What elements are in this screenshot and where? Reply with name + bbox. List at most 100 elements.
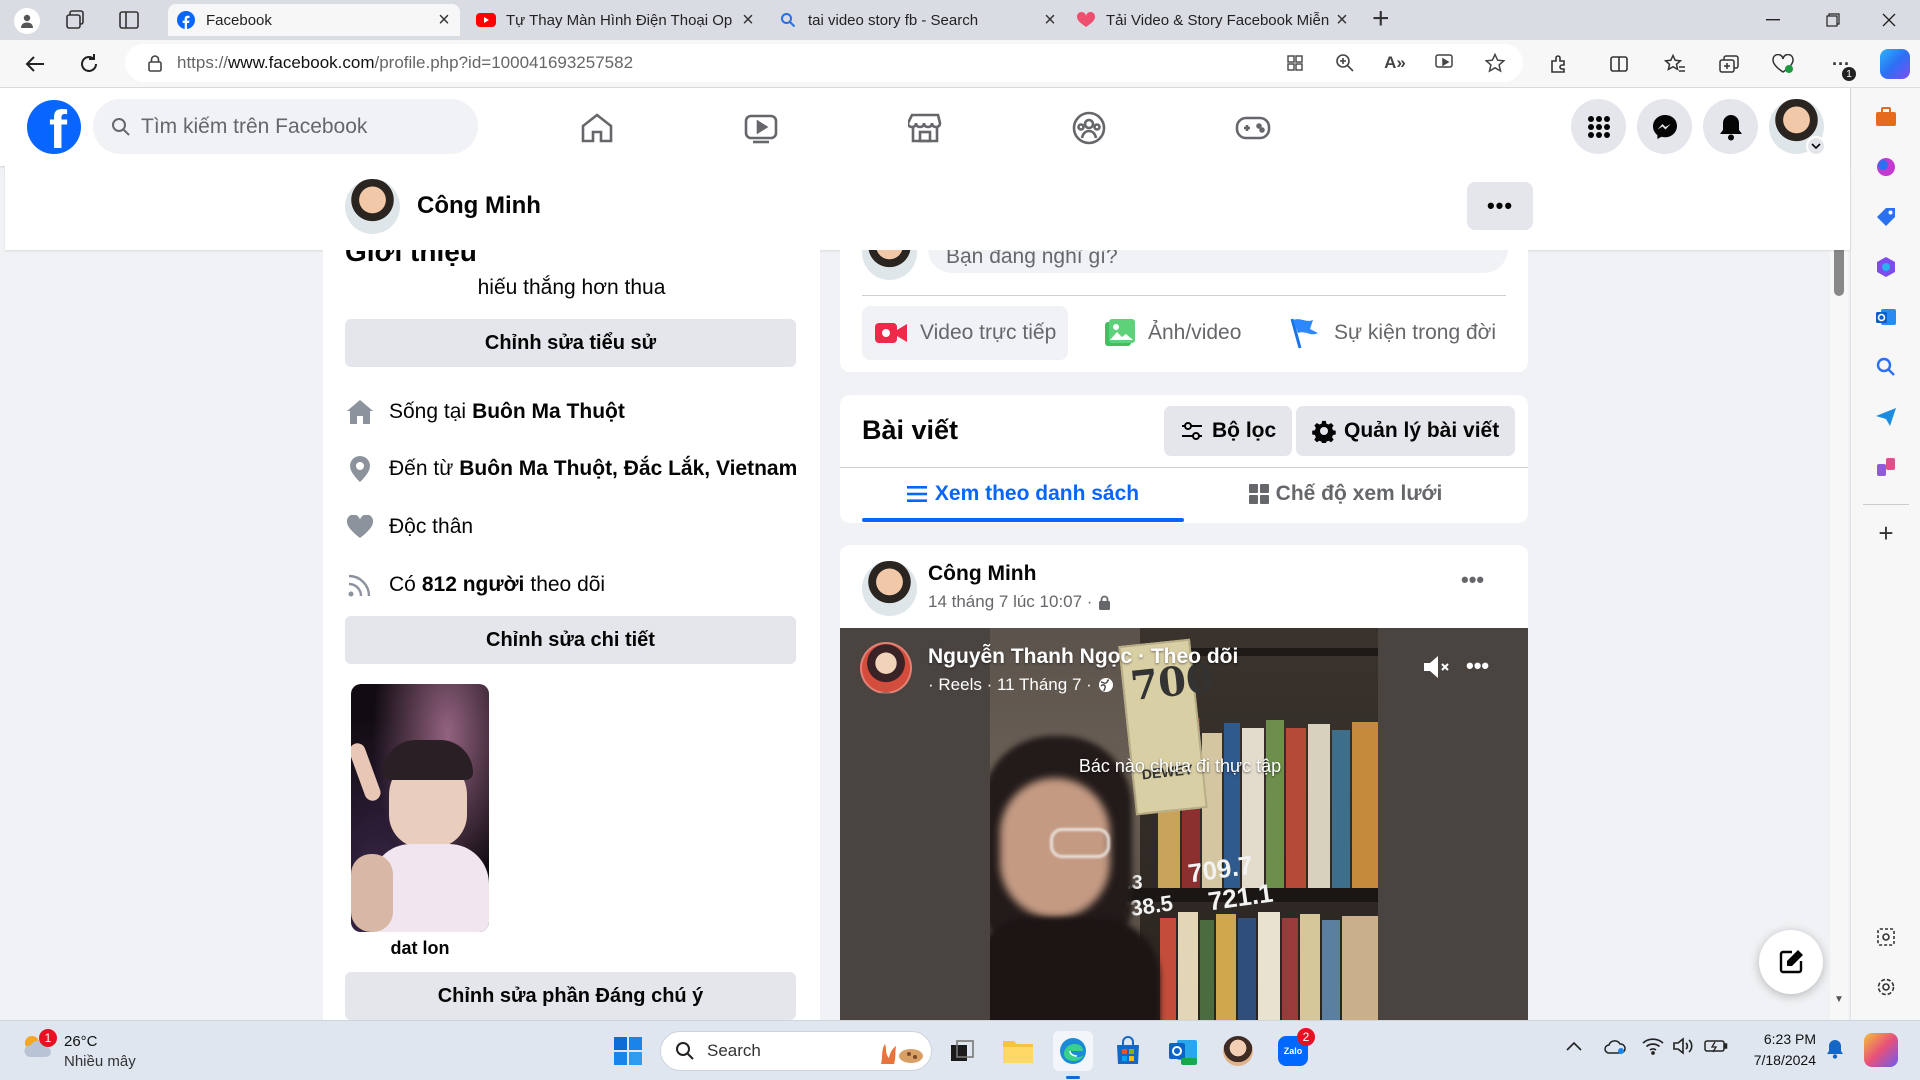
facebook-logo[interactable]: f: [27, 100, 81, 154]
menu-grid-button[interactable]: [1571, 99, 1626, 154]
composer-avatar[interactable]: [862, 250, 917, 280]
photo-video-button[interactable]: Ảnh/video: [1092, 306, 1253, 360]
messenger-button[interactable]: [1637, 99, 1692, 154]
nav-gaming-icon[interactable]: [1233, 108, 1273, 148]
send-icon[interactable]: [1873, 404, 1899, 430]
mute-speaker-icon[interactable]: [1422, 654, 1452, 680]
edit-details-button[interactable]: Chỉnh sửa chi tiết: [345, 616, 796, 664]
reel-author-avatar[interactable]: [860, 642, 912, 694]
weather-temperature[interactable]: 26°C: [64, 1033, 98, 1050]
edge-browser-icon[interactable]: [1053, 1031, 1093, 1071]
profile-avatar[interactable]: [345, 179, 400, 234]
weather-condition[interactable]: Nhiều mây: [64, 1053, 136, 1070]
post-more-button[interactable]: •••: [1461, 567, 1484, 593]
profile-more-button[interactable]: •••: [1467, 182, 1533, 230]
photo-app-avatar-icon[interactable]: [1218, 1031, 1258, 1071]
nav-home-icon[interactable]: [577, 108, 617, 148]
refresh-icon[interactable]: [74, 49, 104, 79]
reel-more-button[interactable]: •••: [1466, 653, 1489, 679]
close-tab-icon[interactable]: ×: [1042, 9, 1058, 32]
workspaces-icon[interactable]: [64, 9, 86, 31]
sidebar-settings-icon[interactable]: [1873, 974, 1899, 1000]
app-available-icon[interactable]: [1280, 48, 1310, 78]
tools-icon[interactable]: [1873, 104, 1899, 130]
tab-downloader[interactable]: Tải Video & Story Facebook Miễn ×: [1068, 4, 1358, 36]
url-bar[interactable]: https://www.facebook.com/profile.php?id=…: [125, 44, 1523, 82]
shared-reel-video[interactable]: 700 DEWEY 709.7 721.1 738.5 .3 Bác nào c…: [840, 628, 1528, 1020]
notification-bell-icon[interactable]: [1826, 1039, 1844, 1059]
live-video-button[interactable]: Video trực tiếp: [862, 306, 1069, 360]
filter-button[interactable]: Bộ lọc: [1164, 406, 1293, 456]
lives-city-link[interactable]: Buôn Ma Thuột: [472, 400, 625, 424]
new-message-button[interactable]: [1759, 930, 1823, 994]
copilot-pre-icon[interactable]: [1864, 1033, 1898, 1067]
split-screen-icon[interactable]: [1604, 49, 1634, 79]
tab-youtube[interactable]: Tự Thay Màn Hình Điện Thoại Op ×: [468, 4, 764, 36]
highlight-caption[interactable]: dat lon: [351, 938, 489, 959]
composer-input[interactable]: Bạn đang nghĩ gì?: [928, 250, 1508, 273]
battery-icon[interactable]: [1704, 1038, 1728, 1054]
close-window-button[interactable]: [1866, 0, 1912, 40]
taskbar-search-box[interactable]: Search: [660, 1031, 932, 1071]
tab-actions-icon[interactable]: [118, 9, 140, 31]
windows-start-icon[interactable]: [608, 1031, 648, 1071]
browser-essentials-icon[interactable]: [1768, 49, 1798, 79]
notifications-bell-button[interactable]: [1703, 99, 1758, 154]
zoom-icon[interactable]: [1330, 48, 1360, 78]
tab-list-view[interactable]: Xem theo danh sách: [862, 468, 1184, 520]
outlook-new-icon[interactable]: [1163, 1031, 1203, 1071]
read-aloud-icon[interactable]: A»: [1380, 48, 1410, 78]
nav-video-icon[interactable]: [741, 108, 781, 148]
post-author-avatar[interactable]: [862, 561, 917, 616]
collections-icon[interactable]: [1714, 49, 1744, 79]
new-tab-button[interactable]: +: [1372, 2, 1390, 36]
scroll-down-icon[interactable]: ▼: [1834, 994, 1844, 1005]
featured-highlight-thumbnail[interactable]: [351, 684, 489, 932]
onedrive-icon[interactable]: [1604, 1037, 1626, 1055]
favorite-star-icon[interactable]: [1480, 48, 1510, 78]
close-tab-icon[interactable]: ×: [1334, 9, 1350, 32]
profile-icon[interactable]: [14, 8, 40, 34]
games-sidebar-icon[interactable]: [1873, 454, 1899, 480]
copilot-sidebar-icon[interactable]: [1873, 154, 1899, 180]
outlook-icon[interactable]: [1873, 304, 1899, 330]
edit-featured-button[interactable]: Chỉnh sửa phần Đáng chú ý: [345, 972, 796, 1020]
clock-date[interactable]: 7/18/2024: [1734, 1052, 1816, 1068]
restore-button[interactable]: [1810, 0, 1856, 40]
extensions-icon[interactable]: [1544, 49, 1574, 79]
volume-icon[interactable]: [1672, 1037, 1694, 1055]
life-event-button[interactable]: Sự kiện trong đời: [1276, 306, 1508, 360]
tab-bing-search[interactable]: tai video story fb - Search ×: [770, 4, 1066, 36]
tab-facebook[interactable]: Facebook ×: [168, 4, 460, 36]
lock-icon[interactable]: [147, 54, 163, 72]
reel-author-follow[interactable]: Nguyễn Thanh Ngọc · Theo dõi: [928, 645, 1238, 669]
privacy-lock-icon[interactable]: [1098, 595, 1111, 610]
copilot-icon[interactable]: [1880, 49, 1910, 79]
file-explorer-icon[interactable]: [998, 1031, 1038, 1071]
search-sidebar-icon[interactable]: [1873, 354, 1899, 380]
clock-time[interactable]: 6:23 PM: [1744, 1031, 1816, 1047]
account-chevron-down-icon[interactable]: [1806, 136, 1826, 156]
edit-bio-button[interactable]: Chỉnh sửa tiểu sử: [345, 319, 796, 367]
shopping-tag-icon[interactable]: [1873, 204, 1899, 230]
tab-grid-view[interactable]: Chế độ xem lưới: [1184, 468, 1506, 520]
profile-name[interactable]: Công Minh: [417, 192, 541, 220]
screenshot-icon[interactable]: [1873, 924, 1899, 950]
task-view-icon[interactable]: [942, 1031, 982, 1071]
wifi-icon[interactable]: [1642, 1037, 1664, 1055]
facebook-search-input[interactable]: Tìm kiếm trên Facebook: [93, 99, 478, 154]
manage-posts-button[interactable]: Quản lý bài viết: [1296, 406, 1516, 456]
followers-count-link[interactable]: 812 người: [422, 573, 525, 597]
nav-groups-icon[interactable]: [1069, 108, 1109, 148]
add-sidebar-icon[interactable]: +: [1873, 518, 1899, 548]
immersive-reader-icon[interactable]: [1430, 48, 1460, 78]
minimize-button[interactable]: [1750, 0, 1796, 40]
office-icon[interactable]: [1873, 254, 1899, 280]
nav-marketplace-icon[interactable]: [905, 108, 945, 148]
microsoft-store-icon[interactable]: [1108, 1031, 1148, 1071]
post-time-link[interactable]: 14 tháng 7 lúc 10:07 ·: [928, 592, 1092, 612]
favorites-icon[interactable]: [1660, 49, 1690, 79]
show-hidden-icons-chevron-icon[interactable]: [1566, 1041, 1582, 1051]
close-tab-icon[interactable]: ×: [436, 9, 452, 32]
back-arrow-icon[interactable]: [20, 49, 50, 79]
